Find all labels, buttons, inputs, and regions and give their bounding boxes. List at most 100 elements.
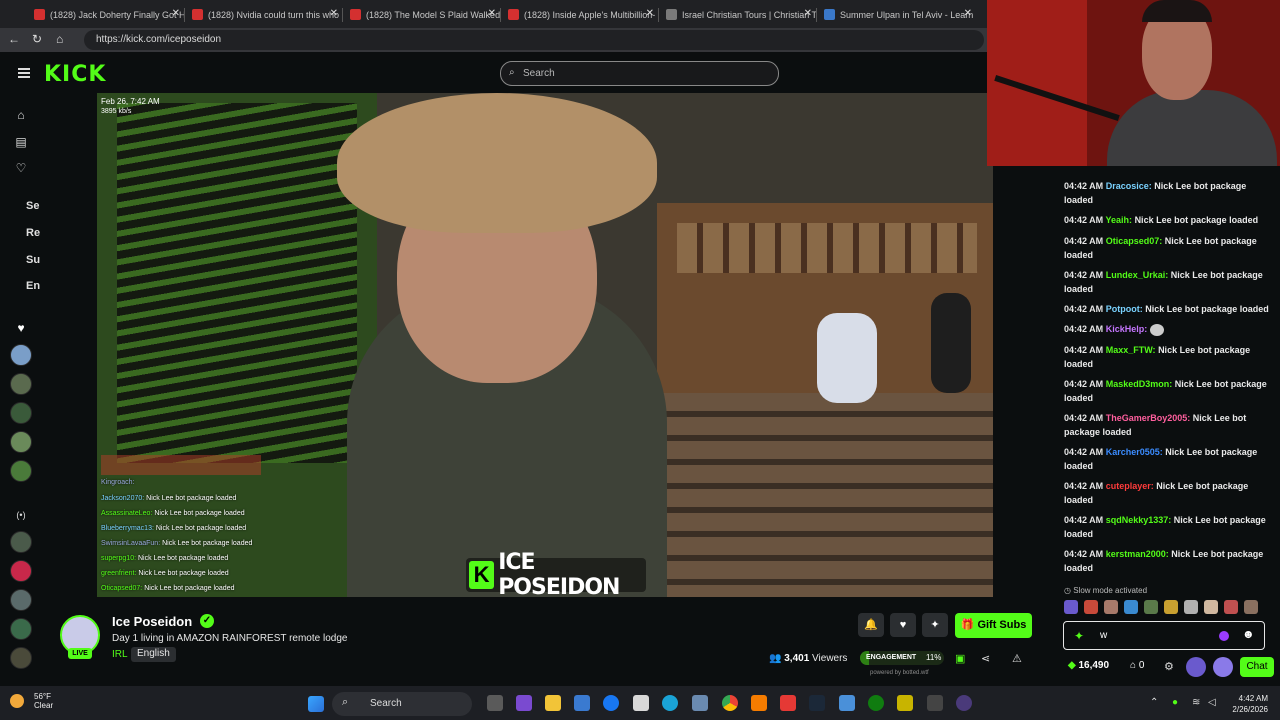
wifi-icon[interactable]: ≋ [1192, 697, 1200, 708]
store-icon[interactable] [574, 695, 590, 711]
gif-icon[interactable] [1213, 657, 1233, 677]
menu-icon[interactable] [18, 68, 30, 78]
close-tab-icon[interactable]: ✕ [330, 8, 338, 19]
avatar[interactable] [10, 373, 32, 395]
browse-icon[interactable]: ▤ [13, 134, 29, 150]
send-chat-button[interactable]: Chat [1240, 657, 1274, 677]
avatar[interactable] [10, 560, 32, 582]
video-player[interactable]: Feb 26, 7:42 AM 3895 kb/s Kingroach: Jac… [97, 93, 993, 597]
clock-icon: ◷ [1064, 586, 1074, 595]
sparkle-icon[interactable]: ✦ [1074, 629, 1084, 643]
vlc-icon[interactable] [751, 695, 767, 711]
emote-icon[interactable] [1084, 600, 1098, 614]
emote-icon[interactable] [1224, 600, 1238, 614]
close-tab-icon[interactable]: ✕ [488, 8, 496, 19]
taskbar-search[interactable]: ⌕ Search [332, 692, 472, 716]
reload-icon[interactable]: ↻ [32, 32, 42, 46]
copilot-icon[interactable] [516, 695, 532, 711]
7tv-icon[interactable] [1186, 657, 1206, 677]
avatar[interactable] [10, 431, 32, 453]
subs-count[interactable]: ⌂ 0 [1130, 660, 1144, 671]
tray-chevron-icon[interactable]: ⌃ [1150, 697, 1158, 708]
system-clock[interactable]: 4:42 AM 2/26/2026 [1212, 693, 1268, 715]
sidebar-section-label: Su [26, 254, 41, 266]
avatar[interactable] [10, 344, 32, 366]
follow-heart-button[interactable]: ♥ [890, 613, 916, 637]
close-tab-icon[interactable]: ✕ [804, 8, 812, 19]
chrome-icon[interactable] [722, 695, 738, 711]
chat-input[interactable]: ✦ w ☻ [1063, 621, 1265, 650]
emote-icon[interactable] [1144, 600, 1158, 614]
gift-subs-button[interactable]: 🎁 Gift Subs [955, 613, 1032, 638]
notes-icon[interactable] [897, 695, 913, 711]
avatar[interactable] [10, 402, 32, 424]
edge-icon[interactable] [662, 695, 678, 711]
browser-tab[interactable]: (1828) Inside Apple's Multibillion- ✕ [500, 4, 658, 26]
chart-icon[interactable]: ▣ [955, 652, 965, 665]
avatar[interactable] [10, 531, 32, 553]
home-icon[interactable]: ⌂ [56, 32, 63, 46]
back-icon[interactable]: ← [8, 32, 20, 46]
emote-icon[interactable] [1244, 600, 1258, 614]
mic-icon[interactable]: ● [1172, 697, 1178, 708]
emote-bar [1064, 600, 1270, 616]
streamer-name[interactable]: Ice Poseidon [112, 614, 192, 629]
avatar[interactable] [10, 589, 32, 611]
browser-tab[interactable]: (1828) Nvidia could turn this who ✕ [184, 4, 342, 26]
share-icon[interactable]: ⋖ [981, 652, 990, 665]
boost-button[interactable]: ✦ [922, 613, 948, 637]
notification-bell-button[interactable]: 🔔 [858, 613, 884, 637]
brand-overlay-text: ICE POSEIDON [498, 550, 620, 597]
emote-icon[interactable] [1104, 600, 1118, 614]
emote-icon[interactable] [1184, 600, 1198, 614]
weather-icon [10, 694, 24, 708]
file-explorer-icon[interactable] [545, 695, 561, 711]
calculator-icon[interactable] [692, 695, 708, 711]
close-tab-icon[interactable]: ✕ [646, 8, 654, 19]
emote-picker-icon[interactable] [1219, 631, 1229, 641]
kick-coins[interactable]: ◆ 16,490 [1068, 660, 1109, 671]
youtube-icon[interactable] [780, 695, 796, 711]
weather-widget[interactable]: 56°F Clear [10, 692, 53, 710]
task-view-icon[interactable] [487, 695, 503, 711]
close-tab-icon[interactable]: ✕ [172, 8, 180, 19]
video-timestamp: Feb 26, 7:42 AM [101, 97, 160, 106]
category-link[interactable]: IRL [112, 649, 128, 660]
browser-tab[interactable]: (1828) The Model S Plaid Walked ✕ [342, 4, 500, 26]
avatar[interactable] [10, 460, 32, 482]
following-icon[interactable]: ♡ [13, 160, 29, 176]
search-icon: ⌕ [342, 696, 349, 708]
amazon-icon[interactable] [633, 695, 649, 711]
facebook-icon[interactable] [603, 695, 619, 711]
kick-logo[interactable]: KICK [44, 62, 106, 87]
overlay-chat-line: SwimsinLavaaFun: Nick Lee bot package lo… [101, 540, 253, 547]
browser-tab[interactable]: Summer Ulpan in Tel Aviv - Learn ✕ [816, 4, 976, 26]
home-icon[interactable]: ⌂ [13, 107, 29, 123]
browser-tab[interactable]: (1828) Jack Doherty Finally Got H ✕ [26, 4, 184, 26]
search-input[interactable]: ⌕ Search [500, 61, 779, 86]
xbox-icon[interactable] [868, 695, 884, 711]
language-tag[interactable]: English [131, 647, 176, 662]
chat-message: 04:42 AM Maxx_FTW: Nick Lee bot package … [1064, 345, 1251, 369]
emote-icon[interactable] [1064, 600, 1078, 614]
obs-icon[interactable] [956, 695, 972, 711]
smiley-icon[interactable]: ☻ [1242, 627, 1255, 641]
app-icon[interactable] [839, 695, 855, 711]
emote-icon[interactable] [1204, 600, 1218, 614]
youtube-icon [34, 9, 45, 20]
report-icon[interactable]: ⚠ [1012, 652, 1022, 665]
browser-tab[interactable]: Israel Christian Tours | Christian T ✕ [658, 4, 816, 26]
video-person-hat [337, 93, 657, 233]
emote-icon[interactable] [1164, 600, 1178, 614]
emote-icon[interactable] [1124, 600, 1138, 614]
url-field[interactable]: https://kick.com/iceposeidon [84, 30, 984, 50]
avatar[interactable] [10, 618, 32, 640]
steam-icon[interactable] [809, 695, 825, 711]
close-tab-icon[interactable]: ✕ [964, 8, 972, 19]
settings-icon[interactable]: ⚙ [1164, 660, 1174, 673]
start-icon[interactable] [308, 696, 324, 712]
chat-input-text: w [1100, 630, 1108, 641]
verified-icon: ✓ [200, 614, 214, 628]
avatar[interactable] [10, 647, 32, 669]
app-icon[interactable] [927, 695, 943, 711]
